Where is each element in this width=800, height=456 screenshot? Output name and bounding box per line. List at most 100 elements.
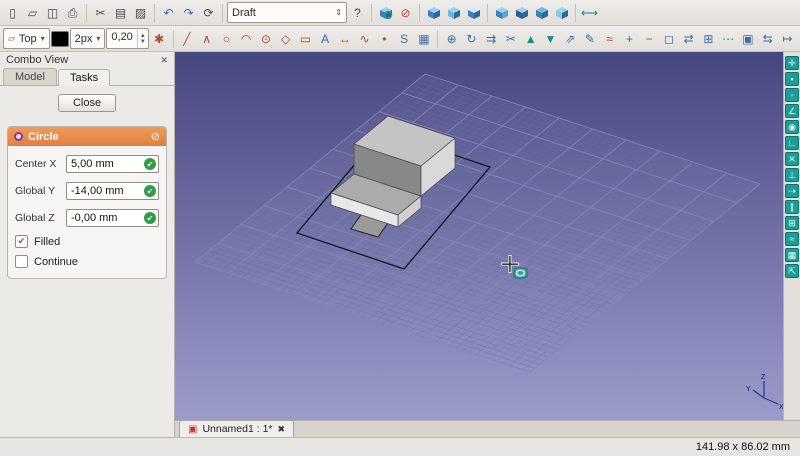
- draft-delete-point-icon[interactable]: −: [640, 29, 659, 49]
- close-task-button[interactable]: Close: [57, 94, 117, 112]
- task-collapse-icon[interactable]: ⊘: [151, 130, 160, 143]
- task-view: Close Circle ⊘ Center X ✔: [0, 86, 174, 287]
- draft-edit-icon[interactable]: ✎: [581, 29, 600, 49]
- toolbar-separator: [222, 3, 223, 22]
- toolbar-separator: [154, 3, 155, 22]
- autogroup-icon[interactable]: ✱: [150, 29, 169, 49]
- draft-polygon-icon[interactable]: ◇: [276, 29, 295, 49]
- snap-intersection-icon[interactable]: ✕: [785, 152, 799, 166]
- view-axonometric-icon[interactable]: [424, 3, 443, 23]
- draft-move-icon[interactable]: ⊕: [442, 29, 461, 49]
- snap-extension-icon[interactable]: ⇢: [785, 184, 799, 198]
- viewport-canvas[interactable]: Z Y X: [175, 52, 783, 420]
- draft-array-icon[interactable]: ⊞: [699, 29, 718, 49]
- cut-icon[interactable]: ✂: [91, 3, 110, 23]
- snap-parallel-icon[interactable]: ∥: [785, 200, 799, 214]
- draft-ellipse-icon[interactable]: ⊙: [257, 29, 276, 49]
- fit-all-icon[interactable]: [376, 3, 395, 23]
- draft-scale-icon[interactable]: ⇗: [561, 29, 580, 49]
- view-bottom-icon[interactable]: [532, 3, 551, 23]
- draft-upgrade-icon[interactable]: ▲: [521, 29, 540, 49]
- view-front-icon[interactable]: [444, 3, 463, 23]
- combo-view-header: Combo View ✕: [0, 52, 174, 68]
- draft-circle-icon[interactable]: ○: [217, 29, 236, 49]
- measure-distance-icon[interactable]: ⟷: [580, 3, 599, 23]
- snap-midpoint-icon[interactable]: ◦: [785, 88, 799, 102]
- whats-this-icon[interactable]: ?: [348, 3, 367, 23]
- circle-task-header: Circle ⊘: [8, 127, 166, 146]
- workbench-selector[interactable]: Draft ⇕: [227, 2, 347, 23]
- draft-bspline-icon[interactable]: ∿: [355, 29, 374, 49]
- line-color-swatch[interactable]: [50, 30, 69, 47]
- snap-lock-icon[interactable]: ✛: [785, 56, 799, 70]
- tab-close-icon[interactable]: ✖: [278, 424, 286, 435]
- draft-polyline-icon[interactable]: ∧: [197, 29, 216, 49]
- tab-model[interactable]: Model: [3, 68, 57, 85]
- draft-shapestring-icon[interactable]: S: [395, 29, 414, 49]
- continue-checkbox[interactable]: [15, 255, 28, 268]
- view-top-icon[interactable]: [464, 3, 483, 23]
- view-right-icon[interactable]: [492, 3, 511, 23]
- snap-perpendicular-icon[interactable]: ⊥: [785, 168, 799, 182]
- snap-grid-icon[interactable]: ⊞: [785, 216, 799, 230]
- axis-x-label: X: [779, 404, 783, 411]
- draft-rotate-icon[interactable]: ↻: [462, 29, 481, 49]
- working-plane-selector[interactable]: ▱ Top ▾: [3, 28, 50, 49]
- standard-toolbar: ▯ ▱ ◫ ⎙ ✂ ▤ ▨ ↶ ↷ ⟳ Draft ⇕ ? ⊘ ⟷: [0, 0, 800, 26]
- draft-trimex-icon[interactable]: ✂: [502, 29, 521, 49]
- snap-near-icon[interactable]: ≈: [785, 232, 799, 246]
- refresh-icon[interactable]: ⟳: [199, 3, 218, 23]
- filled-checkbox[interactable]: ✔: [15, 235, 28, 248]
- document-tab-label: Unnamed1 : 1*: [202, 423, 273, 435]
- snap-dimensions-icon[interactable]: ⇱: [785, 264, 799, 278]
- global-z-wrap: ✔: [66, 209, 159, 227]
- line-width-selector[interactable]: 2px ▾: [69, 28, 106, 49]
- save-file-icon[interactable]: ◫: [43, 3, 62, 23]
- axis-z-label: Z: [761, 374, 766, 381]
- new-file-icon[interactable]: ▯: [3, 3, 22, 23]
- draft-stretch-icon[interactable]: ↦: [778, 29, 797, 49]
- field-row: Global Y ✔: [15, 182, 159, 200]
- draft-to-sketch-icon[interactable]: ⇄: [679, 29, 698, 49]
- spinbox-arrows-icon[interactable]: ▲ ▼: [136, 29, 148, 48]
- draft-wire-to-bspline-icon[interactable]: ≈: [600, 29, 619, 49]
- view-left-icon[interactable]: [552, 3, 571, 23]
- undo-icon[interactable]: ↶: [159, 3, 178, 23]
- redo-icon[interactable]: ↷: [179, 3, 198, 23]
- snap-center-icon[interactable]: ◉: [785, 120, 799, 134]
- field-row: Center X ✔: [15, 155, 159, 173]
- snap-ortho-icon[interactable]: ∟: [785, 136, 799, 150]
- draft-point-icon[interactable]: •: [375, 29, 394, 49]
- snap-working-plane-icon[interactable]: ▦: [785, 248, 799, 262]
- draft-text-icon[interactable]: A: [316, 29, 335, 49]
- draft-downgrade-icon[interactable]: ▼: [541, 29, 560, 49]
- filled-label: Filled: [34, 235, 61, 248]
- tab-tasks[interactable]: Tasks: [57, 69, 111, 86]
- draft-rectangle-icon[interactable]: ▭: [296, 29, 315, 49]
- draft-dimension-icon[interactable]: ↔: [336, 29, 355, 49]
- draft-add-point-icon[interactable]: +: [620, 29, 639, 49]
- workbench-selector-value: Draft: [232, 6, 256, 19]
- view-rear-icon[interactable]: [512, 3, 531, 23]
- document-tab[interactable]: ▣ Unnamed1 : 1* ✖: [179, 420, 295, 437]
- draft-path-array-icon[interactable]: ⋯: [719, 29, 738, 49]
- draft-facebinder-icon[interactable]: ▦: [415, 29, 434, 49]
- scale-spinbox[interactable]: 0,20 ▲ ▼: [106, 28, 149, 49]
- toolbar-separator: [419, 3, 420, 22]
- draft-snap-toolbar: ✛ ▪ ◦ ∠ ◉ ∟ ✕ ⊥ ⇢ ∥ ⊞ ≈ ▦ ⇱: [784, 52, 800, 420]
- draft-clone-icon[interactable]: ▣: [739, 29, 758, 49]
- draft-arc-icon[interactable]: ◠: [237, 29, 256, 49]
- snap-endpoint-icon[interactable]: ▪: [785, 72, 799, 86]
- paste-icon[interactable]: ▨: [131, 3, 150, 23]
- draft-shape-2d-view-icon[interactable]: ◻: [660, 29, 679, 49]
- draw-style-icon[interactable]: ⊘: [396, 3, 415, 23]
- draft-offset-icon[interactable]: ⇉: [482, 29, 501, 49]
- snap-angle-icon[interactable]: ∠: [785, 104, 799, 118]
- draft-mirror-icon[interactable]: ⇆: [758, 29, 777, 49]
- open-file-icon[interactable]: ▱: [23, 3, 42, 23]
- print-icon[interactable]: ⎙: [63, 3, 82, 23]
- 3d-viewport[interactable]: Z Y X: [175, 52, 784, 420]
- draft-line-icon[interactable]: ╱: [178, 29, 197, 49]
- copy-icon[interactable]: ▤: [111, 3, 130, 23]
- panel-close-icon[interactable]: ✕: [160, 55, 168, 66]
